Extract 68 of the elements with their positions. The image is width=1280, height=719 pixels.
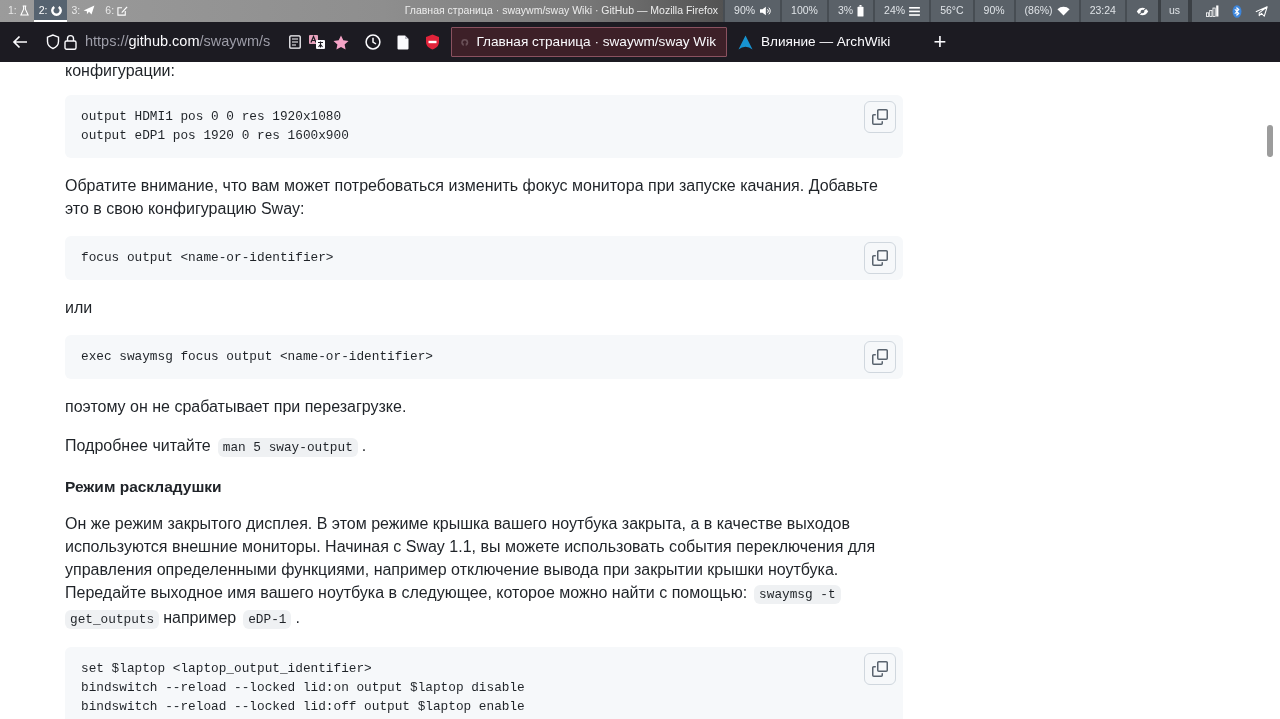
status-text: 3% [837,3,854,19]
status-text: (86%) [1024,3,1053,19]
inline-code: get_outputs [65,610,160,629]
code-line: output eDP1 pos 1920 0 res 1600x900 [81,127,349,145]
copy-icon [872,661,888,677]
status-text: 56°C [940,3,964,19]
no-entry-icon[interactable] [425,34,440,50]
paragraph-text: Подробнее читайте [65,437,211,454]
paragraph-text: конфигурации: [65,62,176,79]
eye-icon [1135,6,1149,16]
paragraph-text: Обратите внимание, что вам может потребоваться изменить фокус монитора при запуске качания. Добавьте это в свою конфигурацию Sway: [65,176,879,219]
inline-code: swaymsg -t [754,585,841,604]
speaker-icon [759,6,772,16]
code-line: bindswitch --reload --locked lid:on output $laptop disable [81,679,525,697]
edit-icon [117,4,129,16]
status-text: 90% [734,3,756,19]
code-line: exec swaymsg focus output <name-or-identifier> [81,348,433,366]
paragraph-text: поэтому он не срабатывает при перезагрузке. [65,397,408,417]
lock-icon[interactable] [64,34,77,50]
triangle-icon [738,34,753,50]
paragraph-text: . [361,437,367,454]
copy-icon [872,349,888,365]
copy-button[interactable] [864,653,896,685]
status-text: 90% [983,3,1005,19]
file-icon[interactable] [397,34,409,50]
copy-button[interactable] [864,101,896,133]
address-field[interactable]: https://github.com/swaywm/s [85,31,281,53]
status-text: 100% [791,3,818,19]
signal-icon[interactable] [1206,5,1219,17]
browser-tab[interactable]: Влияние — ArchWiki [731,27,902,57]
status-text: 24% [884,3,906,19]
paragraph-text: например [163,609,237,626]
copy-icon [872,109,888,125]
battery-icon [857,5,865,17]
paragraph-text: Передайте выходное имя вашего ноутбука в следующее, которое можно найти с помощью: [65,584,748,601]
lines-icon [909,6,921,16]
flask-icon [19,4,29,16]
paper-plane-icon [83,5,96,15]
arrow-left-icon [12,35,28,49]
window-title: Главная страница · swaywm/sway Wiki · GitHub — Mozilla Firefox [404,3,719,19]
keyboard-layout-text: us [1168,3,1180,19]
code-line: focus output <name-or-identifier> [81,249,334,267]
star-icon[interactable] [333,34,349,50]
section-heading: Режим раскладушки [65,477,223,497]
document-icon[interactable] [289,35,301,49]
copy-icon [872,250,888,266]
copy-button[interactable] [864,242,896,274]
ring-icon [50,4,62,16]
scrollbar-thumb[interactable] [1267,125,1273,157]
inline-code: eDP-1 [243,610,292,629]
code-line: bindswitch --reload --locked lid:off output $laptop enable [81,698,525,716]
wifi-icon [1056,6,1070,16]
paragraph-text: . [295,609,300,626]
shield-icon[interactable] [46,34,60,50]
bluetooth-icon[interactable] [1232,4,1242,18]
new-tab-button[interactable]: + [927,31,953,53]
clock-icon[interactable] [365,34,381,50]
copy-button[interactable] [864,341,896,373]
paragraph-text: или [65,298,94,318]
workspace-button[interactable]: 2: [33,0,67,22]
code-line: set $laptop <laptop_output_identifier> [81,660,373,678]
status-text: 23:24 [1089,3,1116,19]
paragraph-text: Он же режим закрытого дисплея. В этом режиме крышка вашего ноутбука закрыта, а в качестве выходов используются внешние мониторы. Начиная с Sway 1.1, вы можете использовать события переключения для управления определенными функциями, например отключение вывода при закрытии крышки ноутбука. [65,515,876,578]
browser-tab[interactable]: Главная страница · swaywm/sway Wik [451,27,727,57]
translate-icon[interactable] [309,35,325,49]
inline-code: man 5 sway-output [217,438,358,457]
paper-plane-icon[interactable] [1255,5,1268,17]
code-line: output HDMI1 pos 0 0 res 1920x1080 [81,108,343,126]
